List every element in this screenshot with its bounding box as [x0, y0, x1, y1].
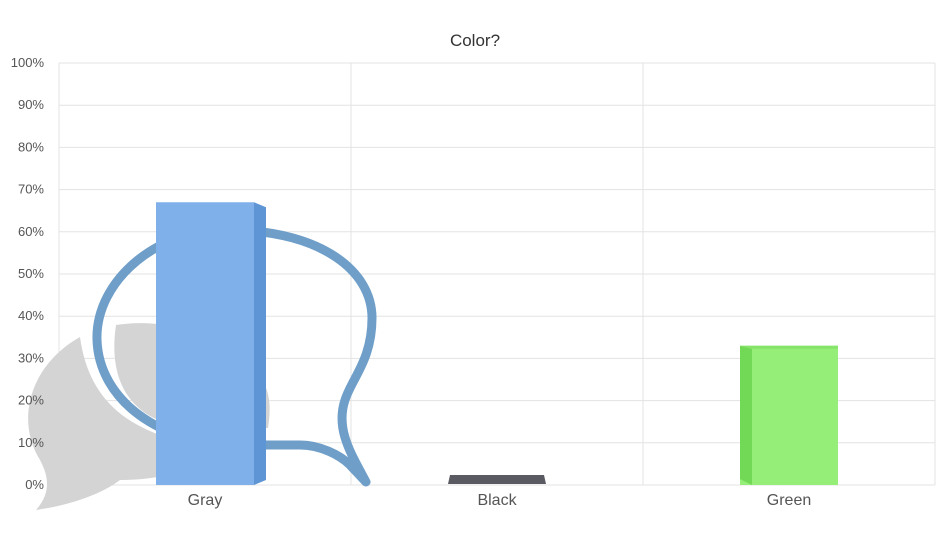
y-tick-label: 20%	[18, 393, 44, 408]
y-tick-label: 40%	[18, 308, 44, 323]
x-axis: Gray Black Green	[188, 492, 812, 509]
y-tick-label: 0%	[25, 477, 44, 492]
x-tick-label: Black	[477, 492, 517, 509]
y-tick-label: 70%	[18, 182, 44, 197]
bar-side	[254, 202, 266, 485]
bar-green	[740, 345, 838, 485]
y-tick-label: 80%	[18, 139, 44, 154]
bar-black	[448, 475, 546, 484]
x-tick-label: Gray	[188, 492, 223, 509]
y-tick-label: 100%	[11, 55, 45, 70]
bar-chart: 0% 10% 20% 30% 40% 50% 60% 70% 80% 90% 100% Gray Bl…	[11, 55, 936, 510]
y-tick-label: 10%	[18, 435, 44, 450]
x-tick-label: Green	[767, 492, 811, 509]
y-tick-label: 90%	[18, 97, 44, 112]
y-tick-label: 30%	[18, 350, 44, 365]
y-tick-label: 60%	[18, 224, 44, 239]
bar-top	[740, 345, 838, 349]
bar-front	[156, 202, 254, 485]
bar-front	[740, 345, 838, 485]
bar-side	[740, 345, 752, 485]
y-tick-label: 50%	[18, 266, 44, 281]
bar-top	[448, 475, 546, 484]
bar-gray	[156, 202, 266, 485]
